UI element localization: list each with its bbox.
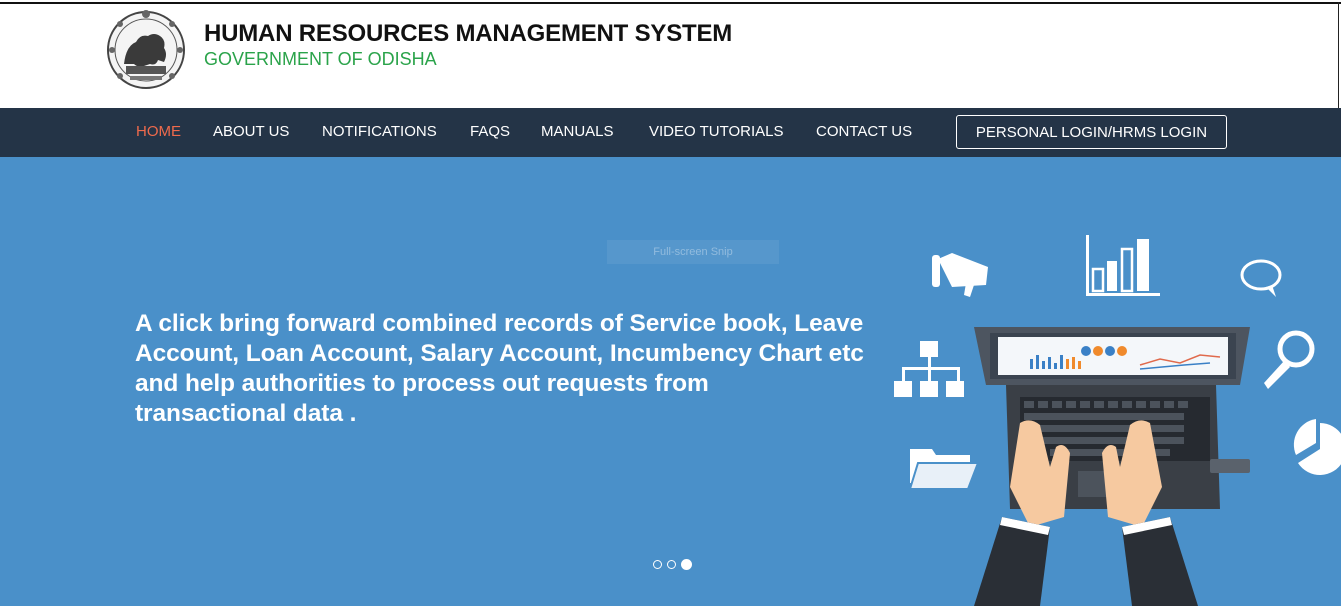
nav-manuals[interactable]: MANUALS: [541, 123, 614, 140]
snip-overlay-label: Full-screen Snip: [607, 240, 779, 264]
megaphone-icon: [932, 253, 988, 297]
window-edge: [1338, 2, 1339, 108]
nav-video-tutorials[interactable]: VIDEO TUTORIALS: [649, 123, 783, 140]
main-navbar: HOME ABOUT US NOTIFICATIONS FAQS MANUALS…: [0, 108, 1341, 157]
laptop-icon: [974, 327, 1250, 606]
magnifier-icon: [1264, 330, 1315, 389]
folder-icon: [908, 449, 980, 490]
laptop-illustration: [894, 235, 1341, 606]
site-header: HUMAN RESOURCES MANAGEMENT SYSTEM GOVERN…: [0, 0, 1341, 108]
bottom-strip: [0, 606, 1341, 615]
hero-text: A click bring forward combined records o…: [135, 310, 864, 427]
org-chart-icon: [894, 341, 964, 397]
top-border: [0, 2, 1341, 4]
nav-faqs[interactable]: FAQS: [470, 123, 510, 140]
nav-about-us[interactable]: ABOUT US: [213, 123, 289, 140]
nav-notifications[interactable]: NOTIFICATIONS: [322, 123, 437, 140]
hero-carousel: Full-screen Snip A click bring forward c…: [0, 157, 1341, 606]
carousel-dot[interactable]: [653, 560, 662, 569]
site-title: HUMAN RESOURCES MANAGEMENT SYSTEM: [204, 20, 733, 47]
chat-bubble-icon: [1240, 259, 1282, 297]
site-subtitle: GOVERNMENT OF ODISHA: [204, 49, 437, 69]
pie-chart-icon: [1293, 419, 1341, 475]
nav-contact-us[interactable]: CONTACT US: [816, 123, 912, 140]
nav-home[interactable]: HOME: [136, 123, 181, 140]
carousel-indicators: [653, 559, 692, 570]
carousel-dot[interactable]: [667, 560, 676, 569]
carousel-dot-active[interactable]: [681, 559, 692, 570]
bar-chart-icon: [1086, 235, 1160, 296]
odisha-emblem-logo[interactable]: [104, 6, 188, 90]
personal-login-button[interactable]: PERSONAL LOGIN/HRMS LOGIN: [956, 115, 1227, 149]
